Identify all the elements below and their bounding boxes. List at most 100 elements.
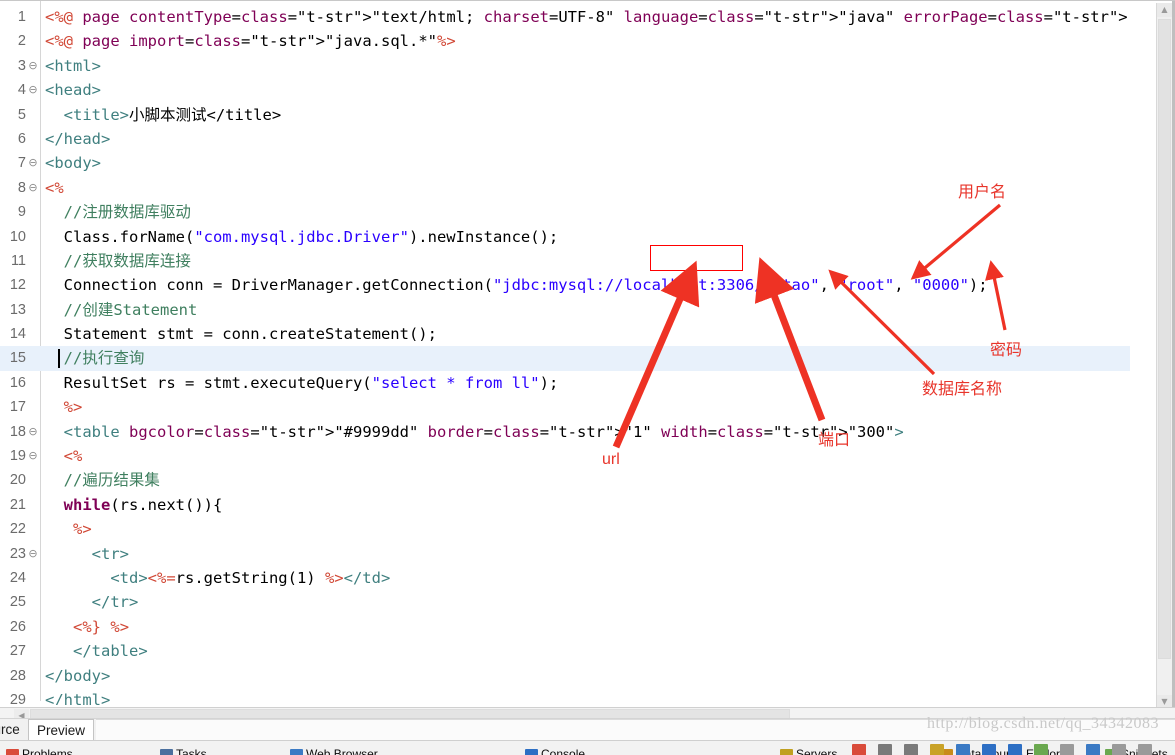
annotation-label-username: 用户名 — [958, 182, 1007, 201]
bottom-toolbar-icon[interactable] — [1112, 744, 1126, 755]
code-line-text: %> — [73, 520, 92, 539]
code-line-text: <% — [45, 178, 64, 197]
code-line[interactable]: 2 <%@ page import=class="t-str">"java.sq… — [0, 29, 1130, 53]
code-line-text: while(rs.next()){ — [63, 495, 223, 514]
code-line-text: </body> — [45, 666, 111, 685]
code-line[interactable]: 26 <%} %> — [0, 615, 1130, 639]
fold-collapse-icon[interactable]: ⊖ — [26, 78, 40, 102]
bottom-view-tab[interactable]: Web Browser — [290, 745, 378, 755]
view-tab-icon — [290, 748, 303, 755]
line-number: 19 — [9, 448, 26, 465]
code-line[interactable]: 14 Statement stmt = conn.createStatement… — [0, 322, 1130, 346]
code-line-text: <html> — [45, 56, 102, 75]
code-line[interactable]: 9 //注册数据库驱动 — [0, 200, 1130, 224]
vertical-scroll-thumb[interactable] — [1158, 19, 1171, 659]
code-line[interactable]: 12 Connection conn = DriverManager.getCo… — [0, 273, 1130, 297]
code-line[interactable]: 21 while(rs.next()){ — [0, 493, 1130, 517]
code-line[interactable]: 13 //创建Statement — [0, 298, 1130, 322]
code-line[interactable]: 27 </table> — [0, 639, 1130, 663]
annotation-label-dbname: 数据库名称 — [922, 379, 1003, 398]
vertical-scrollbar[interactable]: ▲ ▼ — [1156, 3, 1172, 709]
code-line[interactable]: 1 <%@ page contentType=class="t-str">"te… — [0, 5, 1130, 29]
code-line[interactable]: 19 ⊖ <% — [0, 444, 1130, 468]
code-line[interactable]: 11 //获取数据库连接 — [0, 249, 1130, 273]
bottom-view-tab[interactable]: Tasks — [160, 745, 207, 755]
code-line-text: <table bgcolor=class="t-str">"#9999dd" b… — [63, 422, 904, 441]
code-line[interactable]: 24 <td><%=rs.getString(1) %></td> — [0, 566, 1130, 590]
code-line[interactable]: 22 %> — [0, 517, 1130, 541]
fold-collapse-icon[interactable]: ⊖ — [26, 151, 40, 175]
code-line-text: </tr> — [91, 593, 139, 612]
line-number: 5 — [17, 106, 26, 123]
line-number: 28 — [9, 667, 26, 684]
code-line[interactable]: 4 ⊖ <head> — [0, 78, 1130, 102]
scroll-up-arrow-icon[interactable]: ▲ — [1157, 3, 1172, 17]
bottom-view-tab[interactable]: Console — [525, 745, 585, 755]
line-number: 14 — [9, 326, 26, 343]
bottom-view-tab[interactable]: Servers — [780, 745, 837, 755]
code-line[interactable]: 15 //执行查询 — [0, 346, 1130, 371]
line-number: 2 — [17, 33, 26, 50]
code-line-text: ResultSet rs = stmt.executeQuery("select… — [45, 373, 559, 392]
code-line[interactable]: 3 ⊖ <html> — [0, 54, 1130, 78]
code-line[interactable]: 18 ⊖ <table bgcolor=class="t-str">"#9999d… — [0, 420, 1130, 444]
fold-collapse-icon[interactable]: ⊖ — [26, 542, 40, 566]
line-number: 8 — [17, 179, 26, 196]
tab-preview[interactable]: Preview — [28, 719, 95, 741]
code-line-text: //创建Statement — [63, 300, 198, 319]
code-line[interactable]: 20 //遍历结果集 — [0, 468, 1130, 492]
tab-source[interactable]: ource — [0, 719, 28, 741]
line-number: 10 — [9, 228, 26, 245]
bottom-toolbar-icon[interactable] — [878, 744, 892, 755]
code-line[interactable]: 5 <title>小脚本测试</title> — [0, 103, 1130, 127]
view-tab-icon — [6, 748, 19, 755]
fold-collapse-icon[interactable]: ⊖ — [26, 54, 40, 78]
fold-collapse-icon[interactable]: ⊖ — [26, 420, 40, 444]
blog-url-watermark: http://blog.csdn.net/qq_34342083 — [927, 715, 1159, 732]
bottom-toolbar-icon[interactable] — [956, 744, 970, 755]
code-line-text: </html> — [45, 690, 111, 705]
code-text-area[interactable]: 1 <%@ page contentType=class="t-str">"te… — [0, 5, 1130, 705]
line-number: 4 — [17, 82, 26, 99]
code-line[interactable]: 10 Class.forName("com.mysql.jdbc.Driver"… — [0, 225, 1130, 249]
bottom-toolbar-icon[interactable] — [1060, 744, 1074, 755]
line-number: 11 — [10, 252, 26, 269]
fold-collapse-icon[interactable]: ⊖ — [26, 176, 40, 200]
bottom-toolbar-icon[interactable] — [1086, 744, 1100, 755]
code-line-text: //注册数据库驱动 — [63, 203, 191, 222]
line-number: 9 — [17, 204, 26, 221]
line-number: 20 — [9, 472, 26, 489]
code-line-text: <%@ page import=class="t-str">"java.sql.… — [45, 32, 456, 51]
bottom-view-tabbar[interactable]: ProblemsTasksWeb BrowserConsoleServersDa… — [0, 740, 1175, 755]
code-line[interactable]: 25 </tr> — [0, 590, 1130, 614]
fold-collapse-icon[interactable]: ⊖ — [26, 444, 40, 468]
code-line-text: <tr> — [91, 544, 130, 563]
view-tab-icon — [525, 748, 538, 755]
code-line[interactable]: 29 </html> — [0, 688, 1130, 705]
view-tab-label: Servers — [796, 747, 838, 755]
code-line[interactable]: 23 ⊖ <tr> — [0, 542, 1130, 566]
bottom-toolbar-icon[interactable] — [904, 744, 918, 755]
code-line[interactable]: 6 </head> — [0, 127, 1130, 151]
line-number: 6 — [17, 130, 26, 147]
code-line-text: Connection conn = DriverManager.getConne… — [45, 276, 988, 295]
line-number: 16 — [9, 374, 26, 391]
code-line[interactable]: 7 ⊖ <body> — [0, 151, 1130, 175]
bottom-view-tab[interactable]: Problems — [6, 745, 73, 755]
bottom-toolbar-icon[interactable] — [982, 744, 996, 755]
bottom-toolbar-icon[interactable] — [930, 744, 944, 755]
bottom-toolbar-icon[interactable] — [1008, 744, 1022, 755]
line-number: 24 — [9, 569, 26, 586]
code-line[interactable]: 28 </body> — [0, 664, 1130, 688]
bottom-toolbar-icon[interactable] — [1034, 744, 1048, 755]
annotation-label-password: 密码 — [990, 340, 1023, 359]
bottom-toolbar-icon[interactable] — [1138, 744, 1152, 755]
bottom-toolbar-icon[interactable] — [852, 744, 866, 755]
